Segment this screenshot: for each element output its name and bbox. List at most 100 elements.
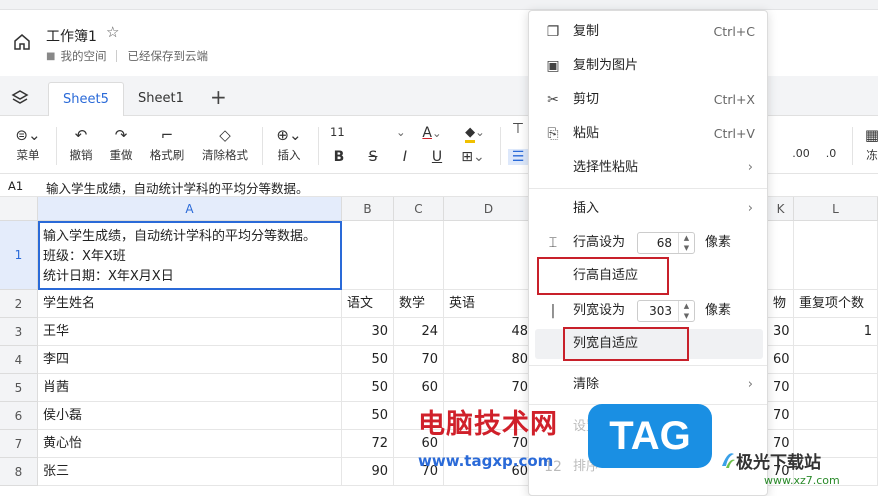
column-header-c[interactable]: C	[394, 197, 444, 221]
header-cell[interactable]: 学生姓名	[38, 290, 342, 318]
formula-input[interactable]: 输入学生成绩，自动统计学科的平均分等数据。	[46, 178, 309, 197]
divider	[116, 50, 118, 62]
row-header[interactable]: 5	[0, 374, 38, 402]
home-icon[interactable]	[12, 32, 32, 52]
italic-button[interactable]: I	[396, 149, 414, 165]
grid-cell[interactable]	[444, 221, 534, 290]
duplicate-count-cell[interactable]: 1	[794, 318, 878, 346]
border-button[interactable]: ⊞⌄	[458, 149, 488, 165]
column-header-d[interactable]: D	[444, 197, 534, 221]
menu-item-cut[interactable]: ✂ 剪切 Ctrl+X	[529, 85, 767, 115]
tab-sheet5[interactable]: Sheet5	[48, 82, 124, 116]
decrease-decimal-icon[interactable]: .00	[790, 147, 812, 160]
tab-sheet1[interactable]: Sheet1	[124, 82, 198, 116]
align-top-icon[interactable]: ⊤	[508, 121, 528, 137]
menu-button[interactable]: ⊜⌄ 菜单	[10, 125, 46, 163]
column-header-l[interactable]: L	[794, 197, 878, 221]
student-name-cell[interactable]: 王华	[38, 318, 342, 346]
insert-button[interactable]: ⊕⌄ 插入	[272, 125, 306, 163]
row-header[interactable]: 3	[0, 318, 38, 346]
header-cell[interactable]: 语文	[342, 290, 394, 318]
add-sheet-icon[interactable]: +	[210, 87, 227, 107]
chevron-down-icon: ⌄	[431, 126, 442, 140]
score-cell[interactable]: 60	[768, 346, 794, 374]
row-header-2[interactable]: 2	[0, 290, 38, 318]
student-name-cell[interactable]: 侯小磊	[38, 402, 342, 430]
menu-item-copy[interactable]: ❐ 复制 Ctrl+C	[529, 17, 767, 47]
score-cell[interactable]: 80	[444, 346, 534, 374]
star-icon[interactable]: ☆	[106, 23, 119, 41]
doc-location: ■ 我的空间 已经保存到云端	[46, 48, 208, 64]
duplicate-count-cell[interactable]	[794, 374, 878, 402]
menu-item-insert[interactable]: 插入 ›	[529, 194, 767, 224]
student-name-cell[interactable]: 张三	[38, 458, 342, 486]
row-height-input[interactable]: 68 ▲ ▼	[637, 232, 695, 254]
font-color-icon: A	[422, 125, 432, 141]
grid-cell[interactable]	[794, 221, 878, 290]
strikethrough-button[interactable]: S	[364, 149, 382, 165]
menu-item-row-height: ⌶ 行高设为 68 ▲ ▼ 像素	[529, 228, 767, 258]
grid-cell[interactable]	[768, 221, 794, 290]
score-cell[interactable]: 70	[444, 374, 534, 402]
row-header[interactable]: 6	[0, 402, 38, 430]
student-name-cell[interactable]: 肖茜	[38, 374, 342, 402]
font-color-button[interactable]: A⌄	[418, 125, 446, 141]
column-header-k[interactable]: K	[768, 197, 794, 221]
score-cell[interactable]: 50	[342, 374, 394, 402]
student-name-cell[interactable]: 李四	[38, 346, 342, 374]
stepper-icon[interactable]: ▲ ▼	[678, 233, 694, 253]
grid-cell[interactable]	[394, 221, 444, 290]
score-cell[interactable]: 70	[394, 346, 444, 374]
score-cell[interactable]: 50	[342, 402, 394, 430]
underline-button[interactable]: U	[428, 149, 446, 165]
score-cell[interactable]: 48	[444, 318, 534, 346]
score-cell[interactable]: 24	[394, 318, 444, 346]
eraser-icon: ◇	[219, 126, 231, 144]
header-cell[interactable]: 英语	[444, 290, 534, 318]
cell-reference[interactable]: A1	[8, 179, 23, 193]
fill-color-button[interactable]: ◆⌄	[458, 125, 492, 143]
col-width-input[interactable]: 303 ▲ ▼	[637, 300, 695, 322]
score-cell[interactable]: 60	[394, 374, 444, 402]
score-cell[interactable]: 70	[768, 402, 794, 430]
freeze-button[interactable]: ▦ 冻	[862, 125, 878, 163]
score-cell[interactable]: 30	[342, 318, 394, 346]
header-cell[interactable]: 物	[768, 290, 794, 318]
header-cell[interactable]: 数学	[394, 290, 444, 318]
clear-format-button[interactable]: ◇ 清除格式	[198, 125, 252, 163]
font-size-select[interactable]: 11 ⌄	[330, 125, 408, 139]
increase-decimal-icon[interactable]: .0	[820, 147, 842, 160]
bold-button[interactable]: B	[330, 149, 348, 165]
header-cell[interactable]: 重复项个数	[794, 290, 878, 318]
format-painter-button[interactable]: ⌐ 格式刷	[146, 125, 188, 163]
layers-icon[interactable]	[11, 89, 29, 107]
column-header-a[interactable]: A	[38, 197, 342, 221]
duplicate-count-cell[interactable]	[794, 346, 878, 374]
folder-label[interactable]: 我的空间	[60, 48, 106, 64]
score-cell[interactable]: 30	[768, 318, 794, 346]
redo-button[interactable]: ↷ 重做	[106, 125, 136, 163]
score-cell[interactable]: 90	[342, 458, 394, 486]
cell-a1[interactable]: 输入学生成绩，自动统计学科的平均分等数据。 班级：X年X班 统计日期：X年X月X…	[38, 221, 342, 290]
menu-item-paste[interactable]: ⎘ 粘贴 Ctrl+V	[529, 119, 767, 149]
score-cell[interactable]: 72	[342, 430, 394, 458]
row-header[interactable]: 8	[0, 458, 38, 486]
score-cell[interactable]: 70	[768, 374, 794, 402]
align-center-icon[interactable]: ☰	[508, 149, 528, 165]
menu-item-copy-as-image[interactable]: ▣ 复制为图片	[529, 51, 767, 81]
row-header[interactable]: 7	[0, 430, 38, 458]
workbook-title[interactable]: 工作簿1	[46, 26, 97, 46]
duplicate-count-cell[interactable]	[794, 402, 878, 430]
student-name-cell[interactable]: 黄心怡	[38, 430, 342, 458]
row-header[interactable]: 4	[0, 346, 38, 374]
undo-button[interactable]: ↶ 撤销	[66, 125, 96, 163]
column-header-b[interactable]: B	[342, 197, 394, 221]
stepper-icon[interactable]: ▲ ▼	[678, 301, 694, 321]
score-cell[interactable]: 50	[342, 346, 394, 374]
select-all-corner[interactable]	[0, 197, 38, 221]
menu-item-paste-special[interactable]: 选择性粘贴 ›	[529, 153, 767, 183]
chevron-right-icon: ›	[747, 201, 753, 216]
row-header-1[interactable]: 1	[0, 221, 38, 290]
grid-cell[interactable]	[342, 221, 394, 290]
menu-item-clear[interactable]: 清除 ›	[529, 370, 767, 400]
